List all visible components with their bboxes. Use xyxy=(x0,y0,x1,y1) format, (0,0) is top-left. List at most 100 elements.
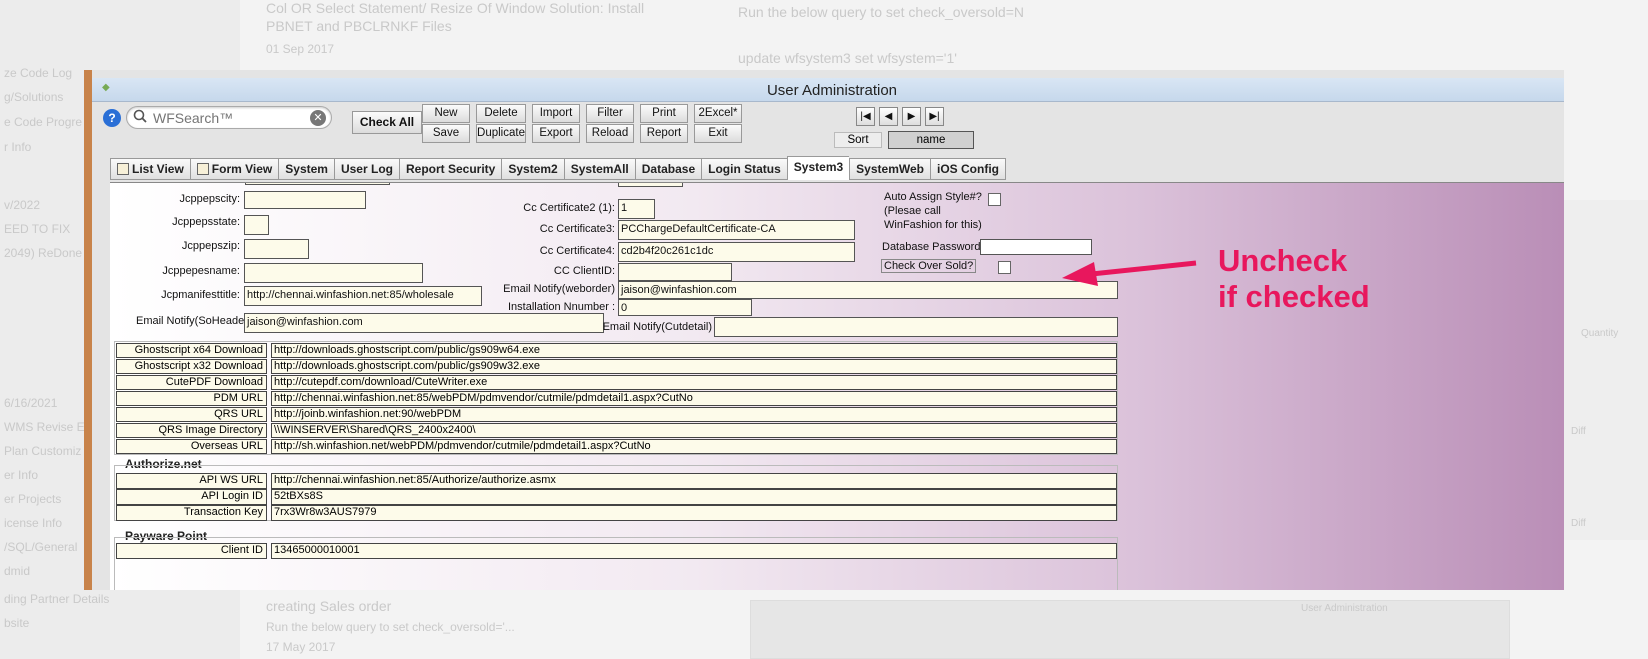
bg-sidebar-item: er Info xyxy=(4,468,39,482)
tab-systemall[interactable]: SystemAll xyxy=(563,158,635,180)
email-weborder-field[interactable]: jaison@winfashion.com xyxy=(618,281,1118,299)
download-label: Overseas URL xyxy=(116,439,267,454)
new-button[interactable]: New xyxy=(422,104,470,123)
report-button[interactable]: Report xyxy=(640,124,688,143)
bg-sidebar-item: dmid xyxy=(4,564,31,578)
download-label: Ghostscript x64 Download xyxy=(116,343,267,358)
jcppepszip-field[interactable] xyxy=(244,239,309,259)
jcppepsstate-field[interactable] xyxy=(244,215,269,235)
api-ws-url-field[interactable]: http://chennai.winfashion.net:85/Authori… xyxy=(271,473,1117,489)
download-url-field[interactable]: http://cutepdf.com/download/CuteWriter.e… xyxy=(271,375,1117,390)
api-login-id-field[interactable]: 52tBXs8S xyxy=(271,489,1117,505)
exit-button[interactable]: Exit xyxy=(694,124,742,143)
bg-article-text: Run the below query to set check_oversol… xyxy=(738,4,1024,20)
tab-systemweb[interactable]: SystemWeb xyxy=(849,158,930,180)
sort-button[interactable]: Sort xyxy=(834,132,882,148)
title-bar[interactable]: ◆ User Administration xyxy=(92,78,1564,102)
download-label: CutePDF Download xyxy=(116,375,267,390)
download-url-field[interactable]: http://downloads.ghostscript.com/public/… xyxy=(271,343,1117,358)
db-password-label: Database Password xyxy=(882,241,981,253)
clear-search-icon[interactable]: ✕ xyxy=(310,110,326,126)
bg-article-date: 17 May 2017 xyxy=(266,640,336,654)
duplicate-button[interactable]: Duplicate xyxy=(476,124,526,143)
download-label: PDM URL xyxy=(116,391,267,406)
hidden-field[interactable] xyxy=(618,183,683,187)
download-url-field[interactable]: http://downloads.ghostscript.com/public/… xyxy=(271,359,1117,374)
next-record-button[interactable]: ▶ xyxy=(902,107,921,126)
print-button[interactable]: Print xyxy=(640,104,688,123)
bg-article-date: 01 Sep 2017 xyxy=(266,42,335,56)
check-over-sold-checkbox[interactable] xyxy=(998,261,1011,274)
email-cutdetail-field[interactable] xyxy=(714,317,1118,337)
authorize-label: API Login ID xyxy=(116,489,267,505)
cc-cert2-field[interactable]: 1 xyxy=(618,199,655,219)
cc-clientid-field[interactable] xyxy=(618,263,732,281)
jcpmanifesttitle-field[interactable]: http://chennai.winfashion.net:85/wholesa… xyxy=(244,286,482,306)
search-input[interactable] xyxy=(153,109,303,127)
authorize-label: API WS URL xyxy=(116,473,267,489)
bg-article-text: Run the below query to set check_oversol… xyxy=(266,620,515,634)
download-url-field[interactable]: http://chennai.winfashion.net:85/webPDM/… xyxy=(271,391,1117,406)
bg-article-text: update wfsystem3 set wfsystem='1' xyxy=(738,50,957,66)
bg-sub-title: User Administration xyxy=(1301,603,1388,614)
client-id-field[interactable]: 13465000010001 xyxy=(271,543,1117,559)
search-icon xyxy=(133,109,147,123)
jcppepesname-field[interactable] xyxy=(244,263,423,283)
annotation-text: if checked xyxy=(1218,279,1370,314)
jcppepscity-field[interactable] xyxy=(244,191,366,209)
search-box[interactable]: ✕ xyxy=(126,106,332,129)
tab-form-view[interactable]: Form View xyxy=(189,158,279,180)
bg-article-text: PBNET and PBCLRNKF Files xyxy=(266,18,452,34)
bg-sidebar-item: v/2022 xyxy=(4,198,41,212)
tab-login-status[interactable]: Login Status xyxy=(701,158,787,180)
email-soheader-field[interactable]: jaison@winfashion.com xyxy=(244,313,604,333)
tab-report-security[interactable]: Report Security xyxy=(398,158,502,180)
prev-record-button[interactable]: ◀ xyxy=(879,107,898,126)
help-icon[interactable]: ? xyxy=(103,109,121,127)
bg-sidebar-item: Plan Customiz xyxy=(4,444,82,458)
tab-system[interactable]: System xyxy=(278,158,334,180)
excel-button[interactable]: 2Excel* xyxy=(694,104,742,123)
first-record-button[interactable]: |◀ xyxy=(856,107,875,126)
cc-cert3-field[interactable]: PCChargeDefaultCertificate-CA xyxy=(618,220,855,240)
transaction-key-field[interactable]: 7rx3Wr8w3AUS7979 xyxy=(271,505,1117,521)
last-record-button[interactable]: ▶| xyxy=(925,107,944,126)
import-button[interactable]: Import xyxy=(532,104,580,123)
check-all-button[interactable]: Check All xyxy=(352,111,422,134)
download-label: QRS Image Directory xyxy=(116,423,267,438)
auto-assign-checkbox[interactable] xyxy=(988,193,1001,206)
download-url-field[interactable]: \\WINSERVER\Shared\QRS_2400x2400\ xyxy=(271,423,1117,438)
bg-sidebar-item: bsite xyxy=(4,616,30,630)
download-url-field[interactable]: http://sh.winfashion.net/webPDM/pdmvendo… xyxy=(271,439,1117,454)
tab-ios-config[interactable]: iOS Config xyxy=(929,158,1006,180)
cc-cert2-label: Cc Certificate2 (1): xyxy=(523,202,615,214)
cc-cert4-label: Cc Certificate4: xyxy=(539,245,615,257)
auto-assign-label: Auto Assign Style#? xyxy=(884,191,982,203)
filter-button[interactable]: Filter xyxy=(586,104,634,123)
bg-right-panel: Quantity Diff Diff xyxy=(1560,200,1648,540)
check-over-sold-label: Check Over Sold? xyxy=(881,259,977,273)
download-url-field[interactable]: http://joinb.winfashion.net:90/webPDM xyxy=(271,407,1117,422)
jcppepscity-label: Jcppepscity: xyxy=(179,193,240,205)
export-button[interactable]: Export xyxy=(532,124,580,143)
installation-number-field[interactable]: 0 xyxy=(618,299,752,316)
bg-article-text: Col OR Select Statement/ Resize Of Windo… xyxy=(266,0,645,16)
delete-button[interactable]: Delete xyxy=(476,104,526,123)
reload-button[interactable]: Reload xyxy=(586,124,634,143)
save-button[interactable]: Save xyxy=(422,124,470,143)
hidden-field[interactable] xyxy=(245,183,390,185)
cc-cert4-field[interactable]: cd2b4f20c261c1dc xyxy=(618,242,855,262)
tab-system2[interactable]: System2 xyxy=(501,158,564,180)
tab-system3[interactable]: System3 xyxy=(786,156,850,180)
user-administration-window: ◆ User Administration ? ✕ Check All New … xyxy=(84,70,1564,590)
sort-field[interactable]: name xyxy=(888,131,974,149)
email-cutdetail-label: Email Notify(Cutdetail) xyxy=(602,321,712,333)
bg-sidebar-item: r Info xyxy=(4,140,32,154)
annotation-text: Uncheck xyxy=(1218,243,1348,278)
bg-sidebar-item: e Code Progre xyxy=(4,115,83,129)
form-view-icon xyxy=(196,163,209,175)
tab-list-view[interactable]: List View xyxy=(110,158,190,180)
tab-user-log[interactable]: User Log xyxy=(333,158,399,180)
tab-database[interactable]: Database xyxy=(634,158,702,180)
jcppepesname-label: Jcppepesname: xyxy=(162,265,240,277)
